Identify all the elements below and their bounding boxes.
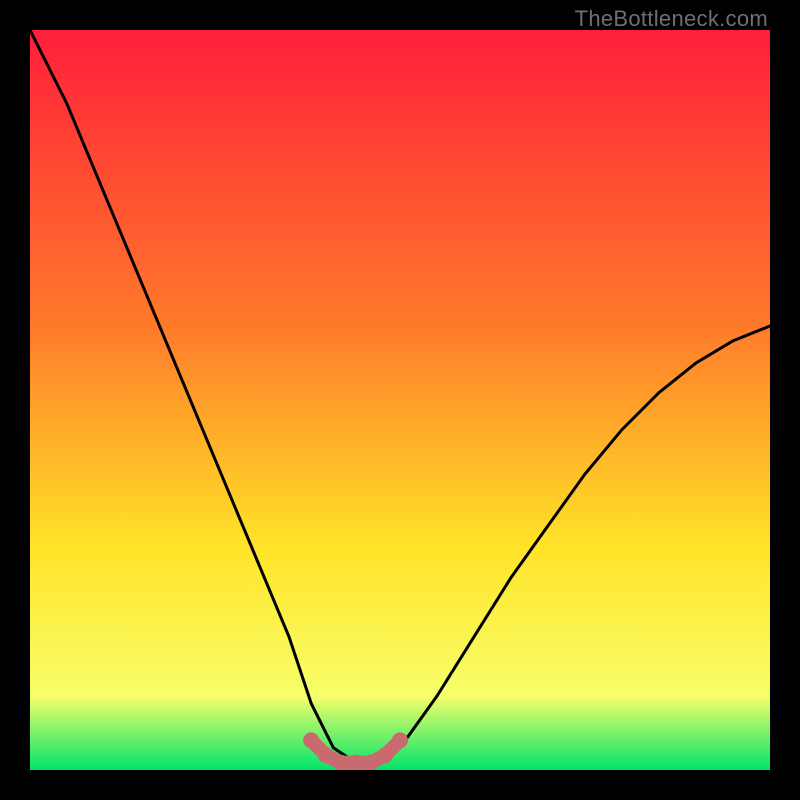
optimal-band-marker [348,755,364,770]
optimal-band-marker [318,747,334,763]
gradient-background [30,30,770,770]
optimal-band-marker [303,732,319,748]
optimal-band-marker [377,747,393,763]
bottleneck-plot [30,30,770,770]
watermark-text: TheBottleneck.com [575,6,768,32]
chart-frame: TheBottleneck.com [0,0,800,800]
optimal-band-marker [333,755,349,770]
optimal-band-marker [392,732,408,748]
optimal-band-marker [362,755,378,770]
